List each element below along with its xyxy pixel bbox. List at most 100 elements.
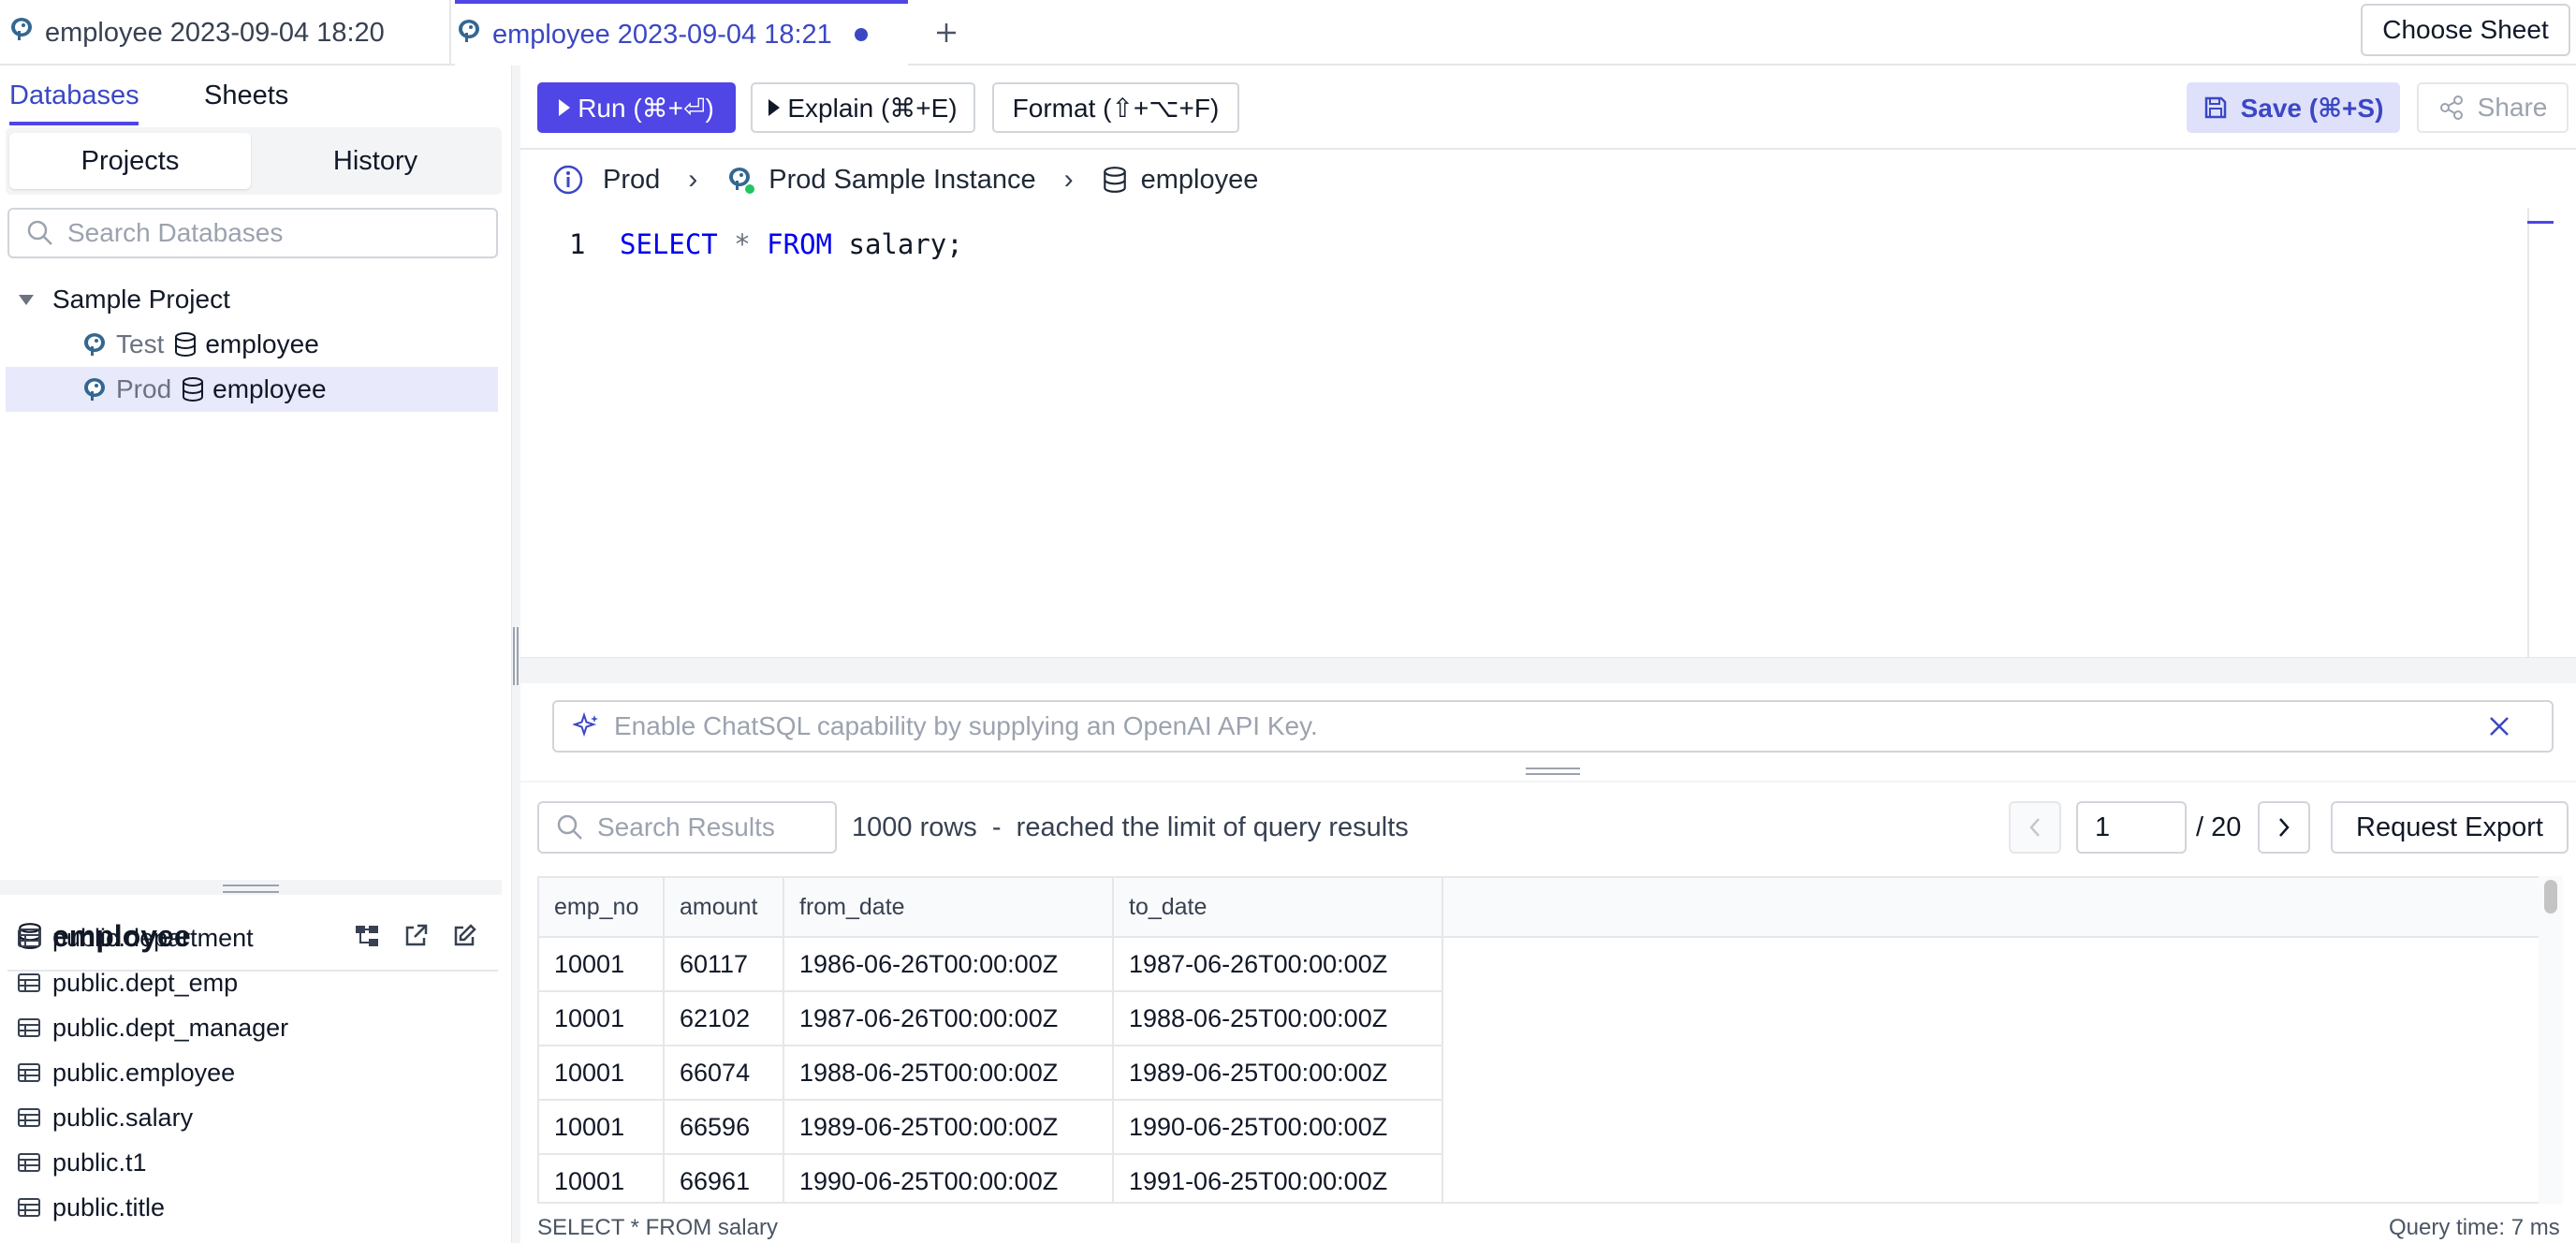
explain-label: Explain (⌘+E) (787, 93, 958, 123)
breadcrumb-database[interactable]: employee (1141, 165, 1259, 196)
table-cell[interactable]: 1986-06-26T00:00:00Z (784, 938, 1114, 992)
breadcrumb-environment[interactable]: Prod (603, 165, 660, 196)
database-name: employee (205, 329, 319, 358)
column-header-filler (1443, 878, 2539, 938)
column-header[interactable]: to_date (1114, 878, 1443, 938)
table-cell[interactable]: 1990-06-25T00:00:00Z (784, 1155, 1114, 1202)
previous-page-button[interactable] (2009, 801, 2061, 854)
add-tab-button[interactable] (923, 9, 970, 56)
table-cell[interactable]: 1987-06-26T00:00:00Z (784, 992, 1114, 1046)
search-placeholder: Search Results (597, 812, 775, 841)
breadcrumb-instance[interactable]: Prod Sample Instance (768, 165, 1035, 196)
next-page-button[interactable] (2258, 801, 2310, 854)
breadcrumb: Prod › Prod Sample Instance › employee (552, 157, 1258, 202)
environment-label: Prod (116, 374, 172, 403)
results-scrollbar[interactable] (2539, 876, 2563, 1204)
table-item[interactable]: public.dept_emp (17, 962, 238, 1003)
page-number-input[interactable]: 1 (2076, 801, 2187, 854)
table-cell[interactable]: 60117 (665, 938, 784, 992)
results-info: 1000 rows - reached the limit of query r… (852, 812, 1409, 842)
table-name: public.salary (52, 1103, 194, 1132)
column-header[interactable]: from_date (784, 878, 1114, 938)
choose-sheet-button[interactable]: Choose Sheet (2361, 4, 2570, 56)
tree-database-prod[interactable]: Prod employee (6, 367, 498, 412)
code-identifier: salary; (848, 228, 963, 260)
results-search-input[interactable]: Search Results (537, 801, 837, 854)
share-icon (2439, 95, 2463, 120)
save-button[interactable]: Save (⌘+S) (2187, 82, 2400, 133)
chatsql-placeholder: Enable ChatSQL capability by supplying a… (614, 711, 1318, 740)
unsaved-dot-icon (854, 28, 868, 41)
sheet-tab-1[interactable]: employee 2023-09-04 18:20 (7, 0, 451, 66)
table-cell[interactable]: 1988-06-25T00:00:00Z (784, 1046, 1114, 1101)
table-item[interactable]: public.department (17, 917, 254, 958)
database-name: employee (212, 374, 327, 403)
table-item[interactable]: public.employee (17, 1052, 235, 1093)
table-item[interactable]: public.salary (17, 1097, 193, 1138)
sql-editor[interactable] (520, 208, 2576, 657)
segment-history[interactable]: History (253, 133, 498, 189)
tree-database-test[interactable]: Test employee (6, 322, 498, 367)
table-cell[interactable]: 1988-06-25T00:00:00Z (1114, 992, 1443, 1046)
table-cell[interactable]: 1991-06-25T00:00:00Z (1114, 1155, 1443, 1202)
sheet-tab-2[interactable]: employee 2023-09-04 18:21 (455, 0, 908, 66)
play-icon (559, 99, 571, 116)
table-cell[interactable]: 1989-06-25T00:00:00Z (784, 1101, 1114, 1155)
column-header[interactable]: emp_no (539, 878, 665, 938)
chatsql-input[interactable]: Enable ChatSQL capability by supplying a… (552, 700, 2554, 753)
table-cell[interactable]: 66961 (665, 1155, 784, 1202)
table-cell[interactable]: 1987-06-26T00:00:00Z (1114, 938, 1443, 992)
table-cell[interactable]: 10001 (539, 992, 665, 1046)
share-label: Share (2477, 93, 2548, 122)
column-header[interactable]: amount (665, 878, 784, 938)
table-cell[interactable]: 66596 (665, 1101, 784, 1155)
chevron-right-icon (2279, 818, 2290, 837)
chevron-right-icon: › (688, 164, 698, 195)
table-icon (18, 1108, 40, 1127)
segment-projects[interactable]: Projects (9, 133, 251, 189)
tree-project[interactable]: Sample Project (6, 277, 498, 322)
editor-horizontal-scrollbar[interactable] (520, 657, 2576, 683)
explain-button[interactable]: Explain (⌘+E) (751, 82, 975, 133)
database-icon (175, 332, 197, 358)
caret-down-icon (19, 294, 34, 305)
editor-scrollbar[interactable] (2527, 208, 2529, 657)
sidebar-tab-sheets[interactable]: Sheets (204, 80, 288, 111)
run-button[interactable]: Run (⌘+⏎) (537, 82, 736, 133)
table-cell[interactable]: 62102 (665, 992, 784, 1046)
search-placeholder: Search Databases (67, 218, 284, 247)
project-name: Sample Project (52, 285, 230, 314)
table-cell[interactable]: 10001 (539, 1101, 665, 1155)
share-button[interactable]: Share (2417, 82, 2569, 133)
table-item[interactable]: public.t1 (17, 1142, 147, 1183)
database-search-input[interactable]: Search Databases (7, 208, 498, 258)
postgres-icon (84, 378, 105, 401)
external-link-icon[interactable] (399, 919, 432, 953)
search-icon (557, 814, 582, 840)
table-cell[interactable]: 10001 (539, 1155, 665, 1202)
table-item[interactable]: public.dept_manager (17, 1007, 288, 1048)
postgres-icon (7, 15, 36, 51)
results-scroll-thumb[interactable] (2544, 880, 2557, 914)
divider (520, 781, 2576, 782)
table-cell[interactable]: 10001 (539, 938, 665, 992)
table-cell[interactable]: 1990-06-25T00:00:00Z (1114, 1101, 1443, 1155)
total-pages: / 20 (2196, 812, 2242, 842)
sidebar-resize-handle[interactable] (0, 880, 502, 895)
sidebar-tab-databases[interactable]: Databases (9, 80, 139, 111)
code-line[interactable]: SELECT * FROM salary; (620, 228, 963, 260)
table-name: public.dept_emp (52, 968, 239, 997)
result-splitter-grip[interactable] (1526, 768, 1580, 775)
table-cell[interactable]: 66074 (665, 1046, 784, 1101)
play-icon (768, 99, 781, 116)
request-export-button[interactable]: Request Export (2331, 801, 2569, 854)
table-cell[interactable]: 10001 (539, 1046, 665, 1101)
edit-icon[interactable] (447, 919, 481, 953)
format-button[interactable]: Format (⇧+⌥+F) (992, 82, 1239, 133)
table-name: public.title (52, 1192, 166, 1221)
schema-diagram-icon[interactable] (350, 919, 384, 953)
close-icon[interactable] (2482, 709, 2516, 743)
splitter-grip-icon[interactable] (513, 627, 519, 685)
table-cell[interactable]: 1989-06-25T00:00:00Z (1114, 1046, 1443, 1101)
table-item[interactable]: public.title (17, 1187, 165, 1228)
